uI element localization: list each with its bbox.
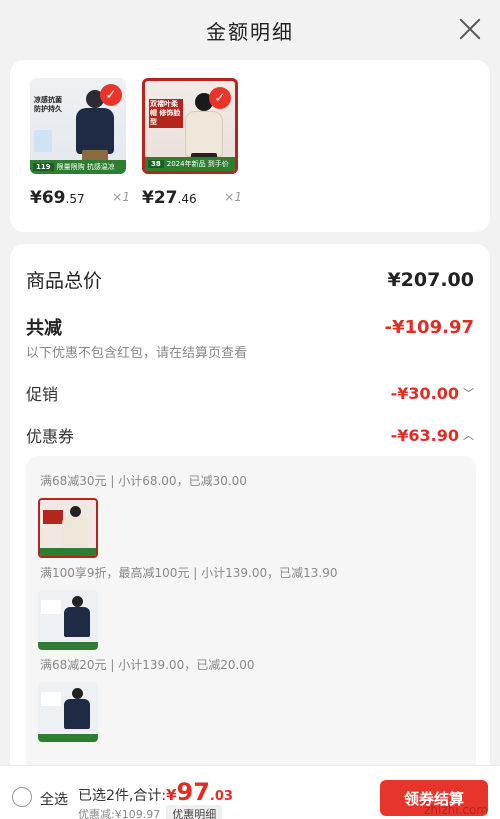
discount-summary: 优惠减:¥109.97 优惠明细 (78, 805, 223, 819)
coupon-row[interactable]: 优惠券 -¥63.90 ︿ (26, 423, 474, 447)
summary-prefix: 已选2件,合计: (78, 788, 167, 804)
promo-row[interactable]: 促销 -¥30.00 ﹀ (26, 381, 474, 405)
discount-note: 以下优惠不包含红包，请在结算页查看 (26, 346, 248, 361)
product-qty: ×1 (112, 190, 130, 204)
coupon-product-thumb (38, 682, 98, 742)
select-all-label[interactable]: 全选 (40, 789, 68, 809)
total-amount: ¥207.00 (387, 268, 474, 291)
discount-detail-button[interactable]: 优惠明细 (166, 805, 223, 819)
select-all-radio[interactable] (12, 787, 32, 807)
coupon-product-thumb (38, 590, 98, 650)
coupon-rule: 满68减30元 | 小计68.00，已减30.00 (40, 474, 247, 488)
saving-label: 共减 (26, 318, 62, 339)
coupon-product-thumb (38, 498, 98, 558)
coupon-rule: 满100享9折，最高减100元 | 小计139.00，已减13.90 (40, 566, 338, 580)
saving-amount: -¥109.97 (384, 316, 474, 338)
product-image[interactable]: 凉感抗菌 防护持久 ✓ 119 限量限购 抗感温凉 (30, 78, 126, 174)
total-label: 商品总价 (26, 270, 103, 292)
product-tag: 凉感抗菌 防护持久 (34, 96, 62, 113)
chevron-down-icon[interactable]: ﹀ (463, 385, 474, 401)
product-price: ¥27.46 (142, 188, 197, 208)
price-detail-card: 商品总价 ¥207.00 共减 -¥109.97 以下优惠不包含红包，请在结算页… (10, 244, 490, 784)
watermark: zhizhi.com (424, 803, 488, 817)
product-price: ¥69.57 (30, 188, 85, 208)
selected-check-icon: ✓ (100, 84, 122, 106)
product-qty: ×1 (224, 190, 242, 204)
product-tag: 双褶叶柔帽 修饰脸型 (149, 99, 183, 128)
feature-chip (34, 130, 52, 152)
panel-title: 金额明细 (206, 19, 294, 44)
saving-row: 共减 -¥109.97 (26, 314, 474, 340)
promo-amount: -¥30.00 ﹀ (390, 383, 474, 403)
selected-check-icon: ✓ (209, 87, 231, 109)
checkout-bar: 全选 已选2件,合计:¥97.03 优惠减:¥109.97 优惠明细 领券结算 … (0, 765, 500, 819)
total-payable: 97.03 (176, 778, 233, 806)
discount-text: 优惠减:¥109.97 (78, 808, 161, 819)
coupon-amount: -¥63.90 ︿ (390, 425, 474, 445)
promo-label: 促销 (26, 385, 59, 404)
coupon-rule: 满68减20元 | 小计139.00，已减20.00 (40, 658, 255, 672)
panel-header: 金额明细 (0, 0, 500, 60)
coupon-label: 优惠券 (26, 427, 75, 446)
price-strip: 38 2024年新品 到手价 (145, 157, 235, 171)
close-icon[interactable] (458, 17, 482, 41)
currency-symbol: ¥ (166, 786, 177, 804)
product-image[interactable]: 双褶叶柔帽 修饰脸型 ✓ 38 2024年新品 到手价 (142, 78, 238, 174)
order-summary: 已选2件,合计:¥97.03 (78, 778, 233, 806)
product-item[interactable]: 凉感抗菌 防护持久 ✓ 119 限量限购 抗感温凉 ¥69.57 ×1 (30, 78, 130, 208)
coupon-details: 满68减30元 | 小计68.00，已减30.00 满100享9折，最高减100… (26, 456, 476, 784)
price-strip: 119 限量限购 抗感温凉 (30, 160, 126, 174)
selected-products-card: 凉感抗菌 防护持久 ✓ 119 限量限购 抗感温凉 ¥69.57 ×1 双褶叶柔帽… (10, 60, 490, 232)
chevron-up-icon[interactable]: ︿ (463, 427, 474, 443)
product-item[interactable]: 双褶叶柔帽 修饰脸型 ✓ 38 2024年新品 到手价 ¥27.46 ×1 (142, 78, 242, 208)
total-row: 商品总价 ¥207.00 (26, 266, 474, 293)
